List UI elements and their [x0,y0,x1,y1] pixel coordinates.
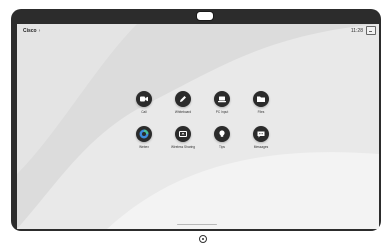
app-label: Whiteboard [174,110,192,114]
folder-icon [253,91,269,107]
screen-share-icon [175,126,191,142]
app-whiteboard[interactable]: Whiteboard [168,91,198,114]
chat-bubble-icon [253,126,269,142]
camera-icon [196,11,214,21]
app-label: Webex [139,145,149,149]
lightbulb-icon [214,126,230,142]
app-label: Call [141,110,147,114]
home-screen: Cisco › 11:28 Call Whiteboard PC Input F… [17,24,379,229]
pencil-icon [175,91,191,107]
app-label: Wireless Sharing [170,145,196,149]
app-label: Messages [253,145,269,149]
clock: 11:28 [350,28,363,34]
home-indicator-bar[interactable] [177,224,217,225]
app-files[interactable]: Files [246,91,276,114]
app-label: Tips [219,145,225,149]
brand-menu[interactable]: Cisco › [23,28,40,34]
app-webex[interactable]: Webex [129,126,159,149]
app-messages[interactable]: Messages [246,126,276,149]
brand-label: Cisco [23,28,37,34]
top-bar: Cisco › 11:28 [17,24,379,38]
app-tips[interactable]: Tips [207,126,237,149]
webex-logo-icon [136,126,152,142]
app-pc-input[interactable]: PC Input [207,91,237,114]
chevron-right-icon: › [38,28,41,34]
home-button-icon[interactable] [199,235,207,243]
app-wireless-sharing[interactable]: Wireless Sharing [168,126,198,149]
laptop-icon [214,91,230,107]
app-label: Files [257,110,265,114]
app-label: PC Input [215,110,229,114]
video-camera-icon [136,91,152,107]
app-call[interactable]: Call [129,91,159,114]
app-grid: Call Whiteboard PC Input Files Webex Wir… [129,91,279,186]
device-settings-icon[interactable] [366,26,376,35]
